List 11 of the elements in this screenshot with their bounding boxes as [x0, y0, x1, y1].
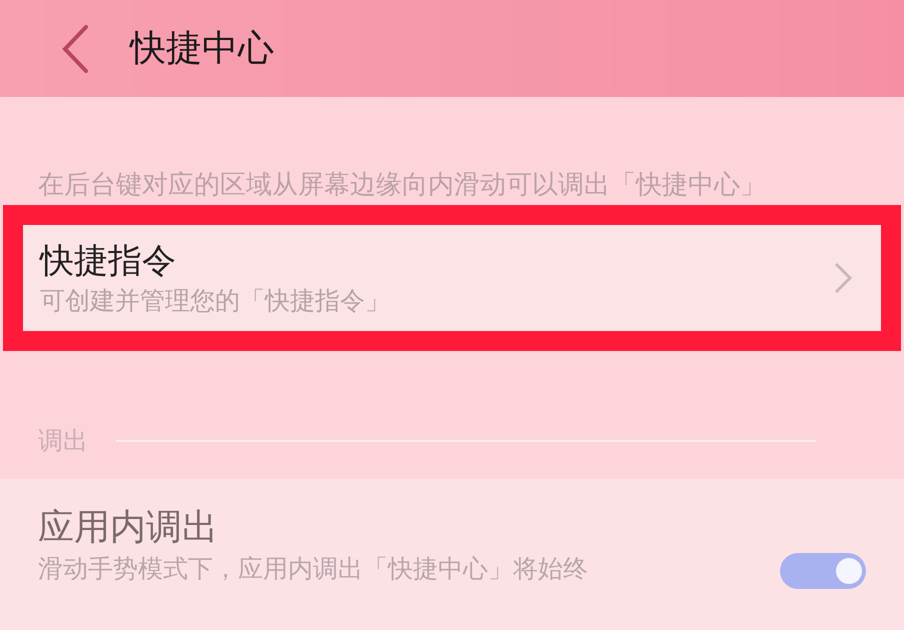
item-subtitle: 滑动手势模式下，应用内调出「快捷中心」将始终 — [38, 553, 589, 585]
chevron-icon — [834, 262, 852, 294]
page-title: 快捷中心 — [130, 26, 274, 70]
item-subtitle: 可创建并管理您的「快捷指令」 — [40, 285, 391, 317]
toggle-switch[interactable] — [780, 553, 866, 589]
description-text: 在后台键对应的区域从屏幕边缘向内滑动可以调出「快捷中心」 — [37, 169, 767, 202]
setting-item[interactable]: 应用内调出 滑动手势模式下，应用内调出「快捷中心」将始终 — [0, 479, 904, 630]
item-title: 应用内调出 — [38, 506, 219, 550]
shortcut-item[interactable]: 快捷指令 可创建并管理您的「快捷指令」 — [23, 225, 881, 331]
item-title: 快捷指令 — [40, 240, 177, 283]
back-icon — [60, 24, 90, 74]
